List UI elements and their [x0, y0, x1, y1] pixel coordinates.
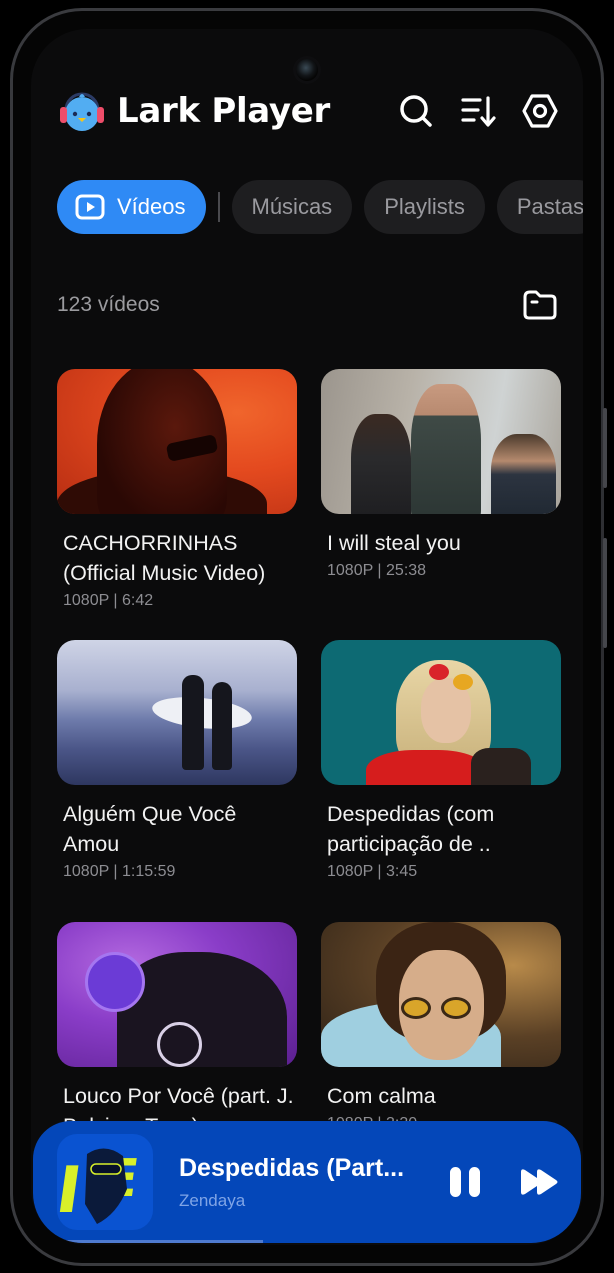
video-count: 123 vídeos [57, 293, 160, 316]
library-summary: 123 vídeos [57, 285, 559, 325]
app-header: Lark Player [57, 85, 559, 137]
video-thumbnail [321, 922, 561, 1067]
tab-musicas[interactable]: Músicas [231, 180, 353, 234]
video-card[interactable]: Louco Por Você (part. J. Balvin e Tyga) [57, 922, 297, 1145]
album-art: I E [57, 1134, 153, 1230]
video-meta: 1080P | 6:42 [63, 592, 154, 609]
video-meta: 1080P | 3:45 [327, 863, 418, 880]
video-thumbnail [57, 369, 297, 514]
video-thumbnail [57, 640, 297, 785]
front-camera [296, 59, 318, 81]
now-playing-artist: Zendaya [179, 1190, 246, 1210]
playback-progress[interactable] [33, 1240, 581, 1243]
pause-icon [450, 1167, 480, 1197]
sort-icon [461, 96, 496, 127]
video-meta: 1080P | 1:15:59 [63, 863, 176, 880]
video-card[interactable]: CACHORRINHAS (Official Music Video) 1080… [57, 369, 297, 610]
video-title: Alguém Que Você Amou [63, 802, 237, 856]
search-button[interactable] [397, 92, 435, 130]
settings-icon [522, 94, 558, 128]
tab-label: Playlists [384, 194, 465, 219]
video-card[interactable]: I will steal you 1080P | 25:38 [321, 369, 561, 580]
video-meta: 1080P | 25:38 [327, 562, 427, 579]
video-title: Com calma [327, 1084, 436, 1108]
next-button[interactable] [517, 1160, 561, 1204]
tab-label: Músicas [251, 194, 333, 219]
tab-playlists[interactable]: Playlists [364, 180, 485, 234]
video-thumbnail [57, 922, 297, 1067]
folder-button[interactable] [521, 286, 559, 324]
video-title: I will steal you [327, 531, 461, 555]
sort-button[interactable] [459, 92, 497, 130]
pause-button[interactable] [443, 1160, 487, 1204]
video-thumbnail [321, 369, 561, 514]
power-button [603, 538, 607, 648]
video-card[interactable]: Despedidas (com participação de .. 1080P… [321, 640, 561, 881]
settings-button[interactable] [521, 92, 559, 130]
tab-label: Pastas [516, 194, 583, 219]
video-icon [75, 194, 105, 220]
video-thumbnail [321, 640, 561, 785]
video-card[interactable]: Com calma 1080P | 3:30 [321, 922, 561, 1133]
now-playing-title: Despedidas (Part... [179, 1153, 405, 1182]
phone-frame: Lark Player Vídeos Músicas Playlists Pas… [10, 8, 607, 1266]
tab-divider [217, 192, 220, 222]
video-title: Despedidas (com participação de .. [327, 802, 495, 856]
video-card[interactable]: Alguém Que Você Amou 1080P | 1:15:59 [57, 640, 297, 881]
tab-videos[interactable]: Vídeos [57, 180, 206, 234]
app-title: Lark Player [117, 91, 330, 131]
svg-text:I: I [57, 1153, 86, 1228]
tab-label: Vídeos [117, 194, 186, 219]
app-screen: Lark Player Vídeos Músicas Playlists Pas… [31, 29, 583, 1245]
tab-pastas[interactable]: Pastas [496, 180, 583, 234]
search-icon [400, 95, 432, 127]
video-title: CACHORRINHAS (Official Music Video) [63, 531, 266, 585]
fast-forward-icon [521, 1169, 558, 1195]
category-tabs: Vídeos Músicas Playlists Pastas [57, 179, 583, 235]
volume-button [603, 408, 607, 488]
lark-logo-icon [57, 86, 107, 136]
mini-player[interactable]: I E Despedidas (Part... Zendaya [33, 1121, 581, 1243]
playback-progress-fill [33, 1240, 264, 1243]
folder-icon [523, 290, 557, 320]
